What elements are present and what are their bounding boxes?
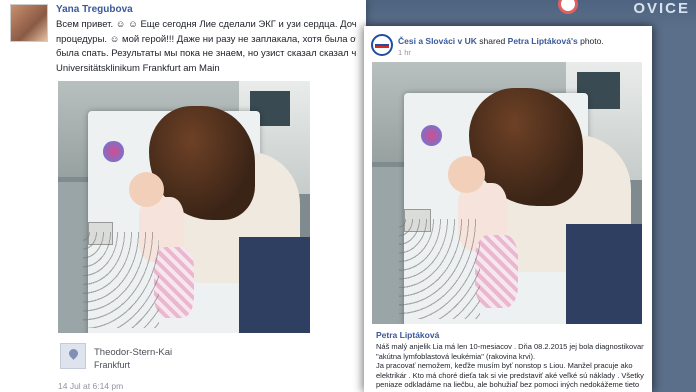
photo-baby-head (447, 156, 486, 193)
share-header: Česi a Slováci v UK shared Petra Liptáko… (398, 36, 648, 46)
avatar[interactable] (10, 4, 48, 42)
page-name-link[interactable]: Česi a Slováci v UK (398, 36, 477, 46)
location-pin-icon[interactable] (60, 343, 86, 369)
post-text-line: Universitätsklinikum Frankfurt am Main (56, 62, 220, 74)
photo-jeans (566, 224, 642, 324)
photo-jeans (239, 237, 310, 333)
photo-toy (103, 141, 124, 162)
post-time[interactable]: 1 hr (398, 48, 411, 57)
page-avatar[interactable] (371, 34, 393, 56)
photo-wires (399, 219, 480, 319)
post-text-line: Всем привет. ☺ ☺ Еще сегодня Лие сделали… (56, 19, 356, 30)
place-name[interactable]: Theodor-Stern-Kai (94, 347, 172, 358)
photo-baby-legs (474, 234, 518, 309)
brand-text: OVICE (633, 0, 690, 17)
post-photo[interactable] (58, 81, 310, 333)
photo-baby-head (128, 171, 164, 207)
left-post: Yana Tregubova Всем привет. ☺ ☺ Еще сего… (0, 0, 366, 392)
caption-line: Náš malý anjelik Lia má len 10-mesiacov … (376, 342, 644, 351)
brand-logo-icon (558, 0, 578, 14)
post-text-line: была спать. Результаты мы пока не знаем,… (56, 48, 356, 59)
shared-photo[interactable] (372, 62, 642, 324)
right-post: Česi a Slováci v UK shared Petra Liptáko… (364, 26, 652, 392)
post-text: Всем привет. ☺ ☺ Еще сегодня Лие сделали… (56, 18, 356, 76)
photo-baby-legs (153, 247, 195, 318)
person-link[interactable]: Petra Liptáková's (508, 36, 578, 46)
photo-word[interactable]: photo. (580, 36, 604, 46)
shared-text: shared (479, 36, 506, 46)
caption-line: "akútna lymfoblastová leukémia" (rakovin… (376, 351, 536, 361)
photo-toy (420, 124, 443, 146)
caption-line: Ja pracovať nemožem, keďže musím byť non… (376, 361, 633, 370)
post-author[interactable]: Yana Tregubova (56, 4, 133, 15)
caption-line: elektrikár . Kto má choré dieťa tak si v… (376, 370, 644, 380)
post-timestamp[interactable]: 14 Jul at 6:14 pm (58, 381, 123, 391)
caption-author[interactable]: Petra Liptáková (376, 330, 439, 340)
photo-wires (83, 232, 159, 328)
caption-line: peniaze odkladáme na liečbu, ale bohužia… (376, 380, 640, 389)
caption-text: Náš malý anjelik Lia má len 10-mesiacov … (376, 342, 644, 390)
post-text-line: процедуры. ☺ мой герой!!! Даже ни разу н… (56, 33, 356, 45)
place-city: Frankfurt (94, 360, 131, 370)
